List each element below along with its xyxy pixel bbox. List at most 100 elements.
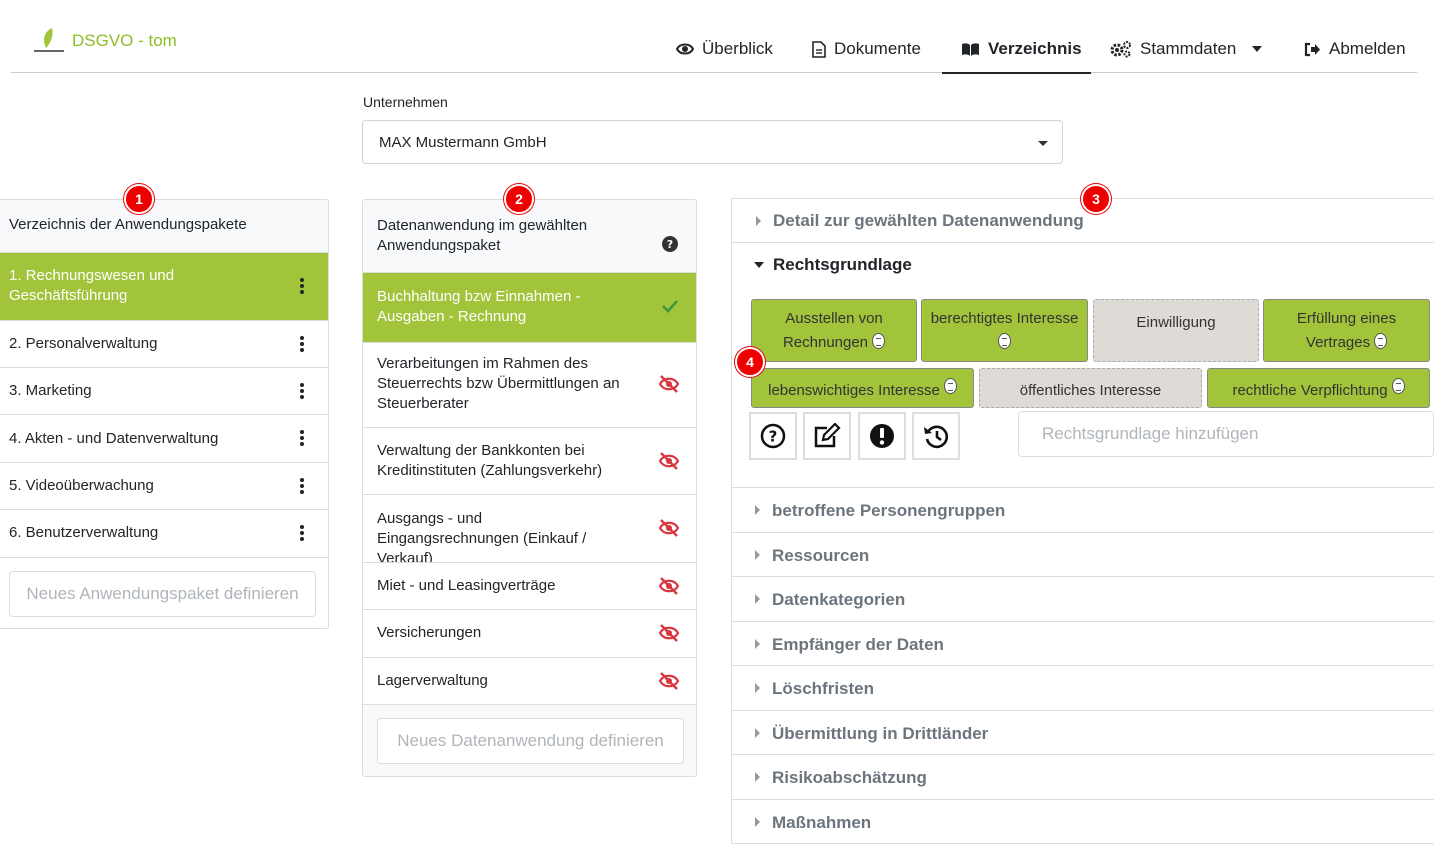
accordion-section-title: betroffene Personengruppen [772, 501, 1006, 520]
legal-basis-title[interactable]: Rechtsgrundlage [773, 255, 912, 275]
application-item-label: Verwaltung der Bankkonten bei Kreditinst… [377, 442, 603, 479]
sign-out-icon [1304, 42, 1320, 56]
document-icon[interactable] [998, 333, 1011, 349]
legal-basis-chip[interactable]: Einwilligung [1093, 299, 1259, 362]
eye-slash-icon[interactable] [658, 375, 680, 393]
legal-basis-chip[interactable]: lebenswichtiges Interesse [751, 368, 974, 408]
step-badge: 3 [1081, 184, 1111, 214]
edit-icon [814, 423, 841, 448]
eye-slash-icon[interactable] [658, 452, 680, 470]
add-legal-basis-input[interactable]: Rechtsgrundlage hinzufügen [1018, 411, 1434, 457]
nav-logout[interactable]: Abmelden [1304, 38, 1406, 60]
legal-basis-chip-label: lebenswichtiges Interesse [768, 382, 940, 399]
nav-documents[interactable]: Dokumente [812, 38, 921, 60]
brand[interactable]: DSGVO - tom [34, 26, 177, 56]
package-item[interactable]: 3. Marketing [0, 367, 328, 414]
kebab-menu-icon[interactable] [300, 383, 304, 401]
legal-basis-chip[interactable]: rechtliche Verpflichtung [1207, 368, 1430, 408]
document-icon[interactable] [872, 333, 886, 349]
step-badge: 4 [735, 347, 765, 377]
warning-button[interactable] [858, 412, 906, 460]
cogs-icon [1110, 41, 1131, 58]
legal-basis-chip[interactable]: Erfüllung eines Vertrages [1263, 299, 1430, 362]
accordion-section-title: Datenkategorien [772, 590, 906, 609]
application-item[interactable]: Miet - und Leasingverträge [363, 562, 696, 609]
accordion-section[interactable]: Empfänger der Daten [731, 621, 1434, 665]
help-button[interactable]: ? [749, 412, 797, 460]
nav-overview[interactable]: Überblick [676, 38, 773, 60]
accordion-section[interactable]: Risikoabschätzung [731, 754, 1434, 799]
legal-basis-chip[interactable]: öffentliches Interesse [979, 368, 1202, 408]
eye-slash-icon[interactable] [658, 519, 680, 537]
applications-header-title: Datenanwendung im gewählten Anwendungspa… [377, 217, 588, 254]
package-item[interactable]: 4. Akten - und Datenverwaltung [0, 414, 328, 462]
application-item[interactable]: Buchhaltung bzw Einnahmen - Ausgaben - R… [363, 272, 696, 342]
check-icon [662, 300, 678, 313]
application-item[interactable]: Ausgangs - und Eingangsrechnungen (Einka… [363, 494, 696, 567]
question-circle-icon[interactable]: ? [662, 236, 678, 252]
eye-slash-icon[interactable] [658, 672, 680, 690]
nav-directory[interactable]: Verzeichnis [961, 38, 1082, 60]
legal-basis-chip[interactable]: Ausstellen von Rechnungen [751, 299, 917, 362]
accordion-section[interactable]: Datenkategorien [731, 576, 1434, 621]
kebab-menu-icon[interactable] [300, 430, 304, 448]
nav-masterdata-label: Stammdaten [1140, 39, 1237, 58]
nav-directory-label: Verzeichnis [988, 39, 1082, 58]
legal-basis-chip-label: Rechnungen [782, 334, 869, 351]
accordion-section[interactable]: betroffene Personengruppen [731, 487, 1434, 532]
new-package-button[interactable]: Neues Anwendungspaket definieren [9, 571, 316, 617]
svg-text:?: ? [667, 238, 673, 251]
header-divider [11, 72, 1417, 73]
application-item[interactable]: Lagerverwaltung [363, 657, 696, 704]
document-icon[interactable] [943, 378, 957, 394]
caret-right-icon [756, 216, 761, 226]
history-button[interactable] [912, 412, 960, 460]
application-item-label: Verarbeitungen im Rahmen des Steuerrecht… [377, 355, 620, 412]
kebab-menu-icon[interactable] [300, 525, 304, 543]
document-icon[interactable] [1391, 378, 1405, 394]
application-item-label: Lagerverwaltung [377, 672, 488, 689]
packages-panel: Verzeichnis der Anwendungspakete 1. Rech… [0, 199, 329, 629]
eye-slash-icon[interactable] [658, 624, 680, 642]
package-item[interactable]: 6. Benutzerverwaltung [0, 509, 328, 557]
accordion-section-title: Ressourcen [772, 546, 870, 565]
help-icon: ? [760, 423, 786, 449]
application-item[interactable]: Verwaltung der Bankkonten bei Kreditinst… [363, 427, 696, 494]
application-item[interactable]: Verarbeitungen im Rahmen des Steuerrecht… [363, 342, 696, 427]
package-item-label: 2. Personalverwaltung [9, 335, 158, 352]
caret-down-icon[interactable] [754, 262, 764, 268]
nav-overview-label: Überblick [702, 39, 773, 58]
brand-logo [34, 26, 68, 56]
applications-panel: Datenanwendung im gewählten Anwendungspa… [362, 199, 697, 777]
caret-right-icon [755, 817, 760, 827]
caret-down-icon [1252, 46, 1263, 52]
package-item[interactable]: 2. Personalverwaltung [0, 320, 328, 367]
kebab-menu-icon[interactable] [300, 336, 304, 354]
package-item-label: 3. Marketing [9, 382, 92, 399]
nav-active-indicator [942, 72, 1091, 74]
kebab-menu-icon[interactable] [300, 478, 304, 496]
detail-section-title: Detail zur gewählten Datenanwendung [773, 211, 1084, 230]
accordion-section[interactable]: Ressourcen [731, 532, 1434, 576]
eye-slash-icon[interactable] [658, 577, 680, 595]
new-application-button[interactable]: Neues Datenanwendung definieren [377, 718, 684, 764]
document-icon[interactable] [1374, 333, 1388, 349]
caret-right-icon [755, 683, 760, 693]
package-item[interactable]: 1. Rechnungswesen und Geschäftsführung [0, 252, 328, 320]
package-item[interactable]: 5. Videoüberwachung [0, 462, 328, 509]
legal-basis-chip[interactable]: berechtigtes Interesse [921, 299, 1088, 362]
accordion-section[interactable]: Löschfristen [731, 665, 1434, 710]
accordion-section[interactable]: Maßnahmen [731, 799, 1434, 844]
edit-button[interactable] [803, 412, 851, 460]
application-item-label: Versicherungen [377, 624, 482, 641]
application-item-label: Ausgangs - und Eingangsrechnungen (Einka… [377, 510, 587, 567]
packages-footer: Neues Anwendungspaket definieren [0, 557, 328, 629]
kebab-menu-icon[interactable] [300, 278, 304, 296]
company-select[interactable]: MAX Mustermann GmbH [362, 120, 1063, 164]
nav-masterdata[interactable]: Stammdaten [1110, 38, 1263, 60]
accordion-section[interactable]: Übermittlung in Drittländer [731, 710, 1434, 754]
application-item[interactable]: Versicherungen [363, 609, 696, 657]
brand-title: DSGVO - tom [72, 31, 177, 50]
package-item-label: 4. Akten - und Datenverwaltung [9, 430, 219, 447]
caret-down-icon [1038, 141, 1048, 146]
